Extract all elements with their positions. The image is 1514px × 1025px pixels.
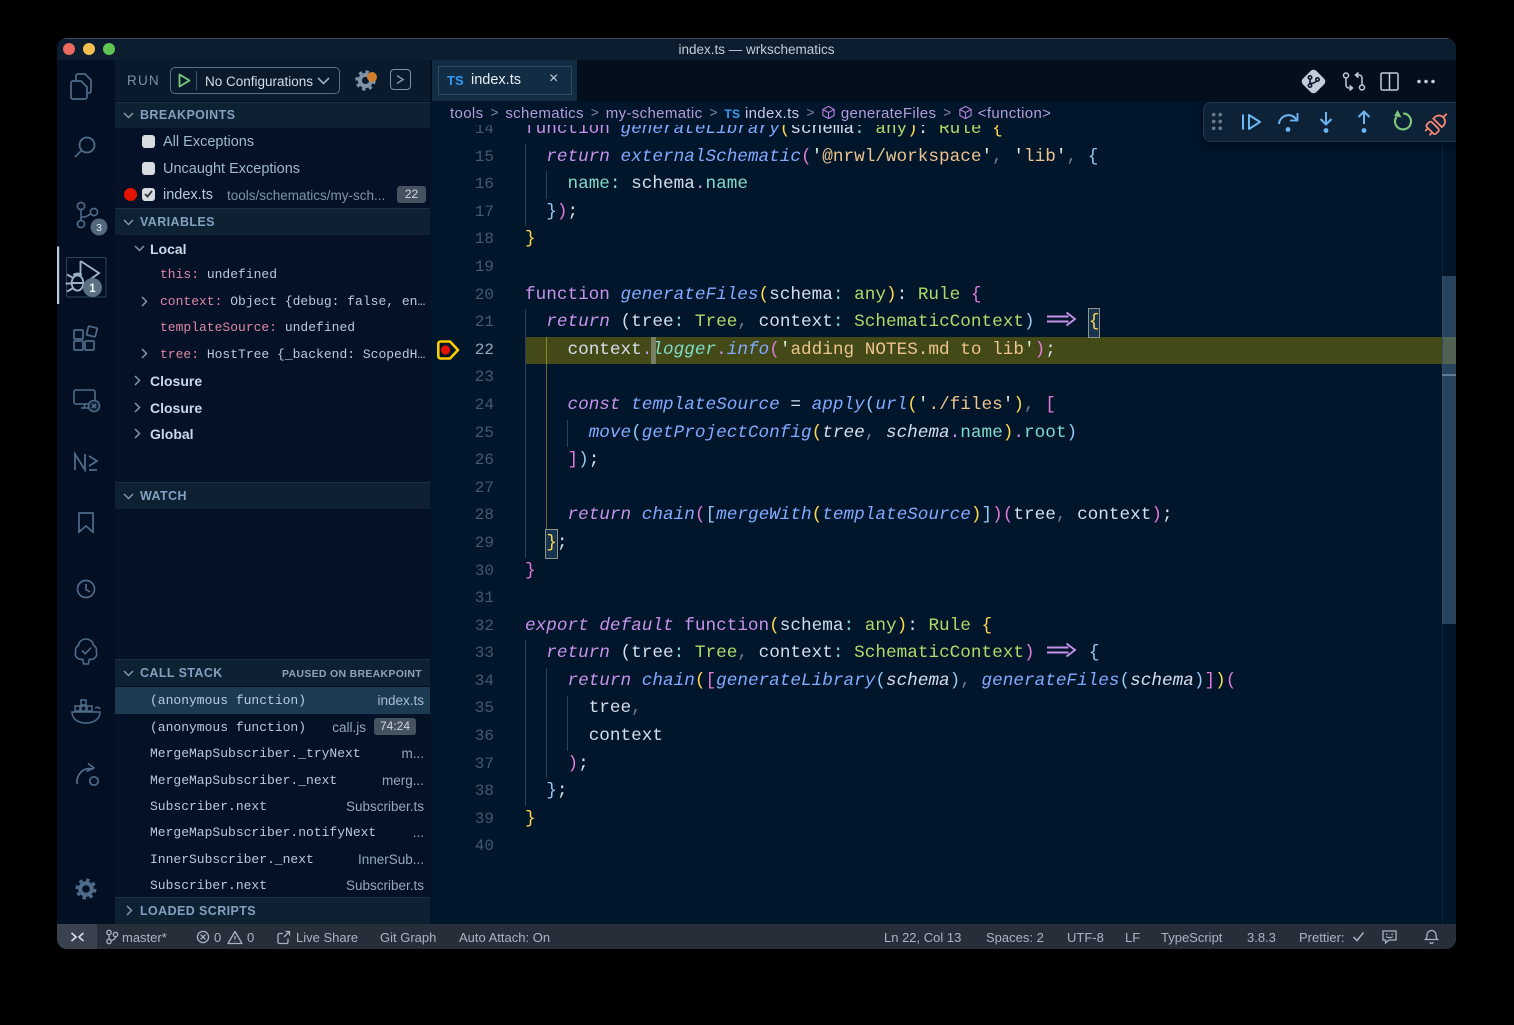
svg-text:3: 3 bbox=[96, 222, 102, 234]
svg-text:1: 1 bbox=[89, 283, 96, 295]
